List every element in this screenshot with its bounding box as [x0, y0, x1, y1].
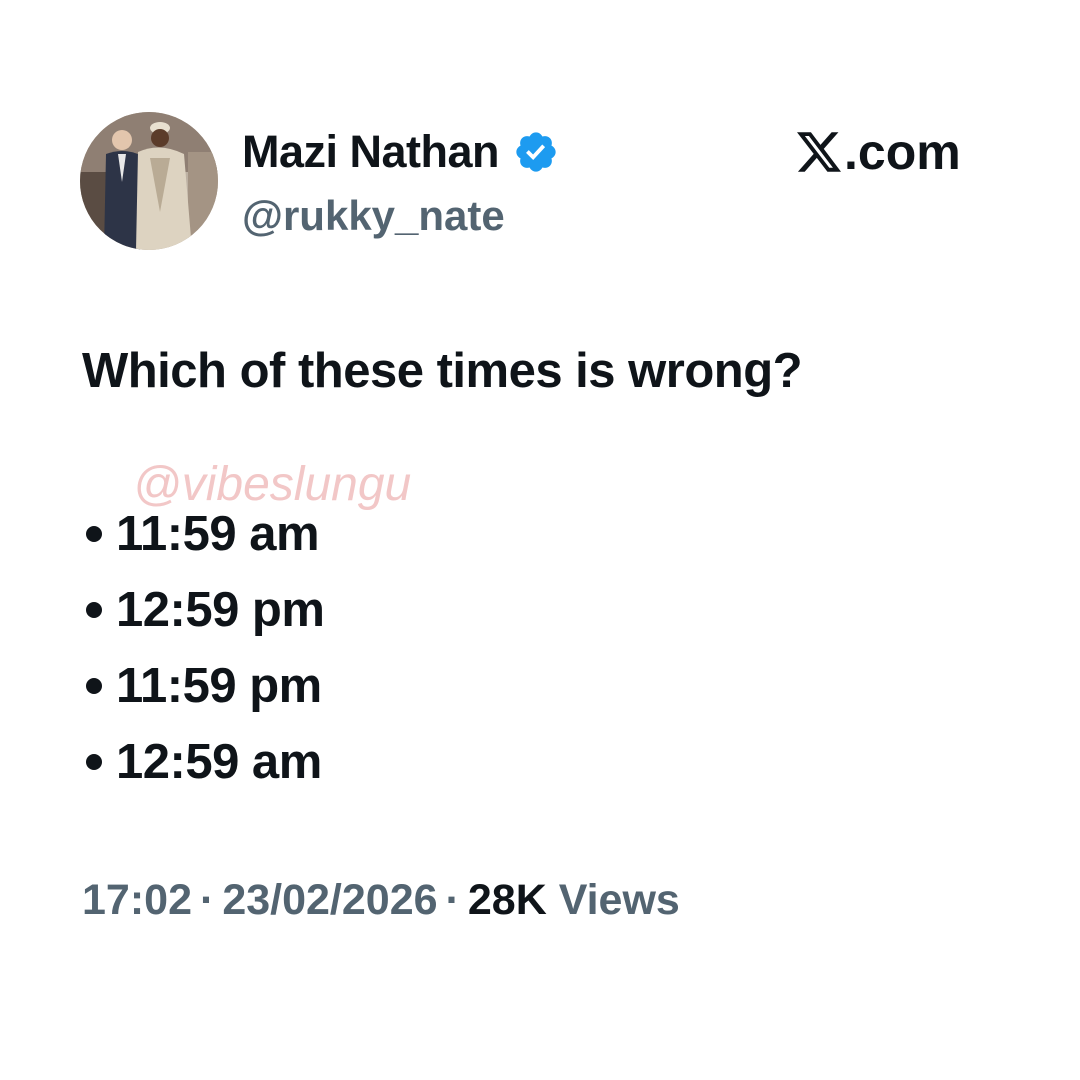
- tweet-question: Which of these times is wrong?: [82, 344, 803, 398]
- views-label: Views: [558, 876, 680, 924]
- options-list: 11:59 am 12:59 pm 11:59 pm 12:59 am: [82, 496, 325, 800]
- author-name-row[interactable]: Mazi Nathan: [242, 124, 559, 180]
- option-text: 12:59 pm: [116, 583, 325, 637]
- bullet-icon: [86, 602, 102, 618]
- separator: ·: [445, 876, 460, 924]
- option-text: 11:59 pm: [116, 659, 322, 713]
- separator: ·: [199, 876, 215, 924]
- option-text: 12:59 am: [116, 735, 322, 789]
- option-text: 11:59 am: [116, 507, 320, 561]
- tweet-time[interactable]: 17:02: [82, 876, 192, 924]
- x-logo-icon: [797, 132, 841, 172]
- tweet-date[interactable]: 23/02/2026: [222, 876, 437, 924]
- profile-photo: [80, 112, 218, 250]
- author-display-name[interactable]: Mazi Nathan: [242, 124, 500, 180]
- bullet-icon: [86, 526, 102, 542]
- author-handle[interactable]: @rukky_nate: [242, 188, 505, 244]
- list-item: 11:59 am: [82, 496, 324, 572]
- verified-badge-icon: [516, 132, 556, 172]
- avatar[interactable]: [80, 112, 218, 250]
- brand-logo: .com: [797, 122, 961, 182]
- list-item: 12:59 pm: [82, 572, 325, 648]
- list-item: 11:59 pm: [82, 648, 324, 724]
- views-count: 28K: [467, 876, 547, 924]
- bullet-icon: [86, 678, 102, 694]
- brand-domain-suffix: .com: [844, 124, 961, 180]
- tweet-metadata: 17:02 · 23/02/2026 · 28K Views: [82, 870, 680, 930]
- bullet-icon: [86, 754, 102, 770]
- list-item: 12:59 am: [82, 724, 324, 800]
